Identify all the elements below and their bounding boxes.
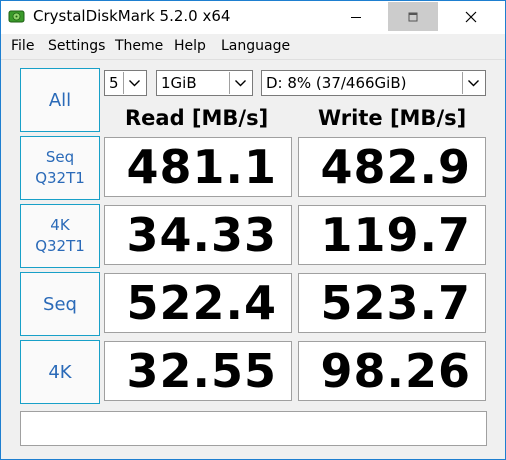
- app-icon: [8, 10, 25, 23]
- chevron-down-icon: [229, 72, 251, 94]
- read-column-header: Read [MB/s]: [125, 106, 269, 130]
- minimize-icon: [351, 16, 361, 18]
- menu-theme[interactable]: Theme: [115, 38, 163, 54]
- seq-write-result: 523.7: [298, 273, 486, 333]
- test-label-line1: Seq: [43, 293, 77, 315]
- comment-field[interactable]: [20, 411, 487, 446]
- title-bar[interactable]: CrystalDiskMark 5.2.0 x64: [1, 1, 505, 34]
- 4k-q32t1-write-result: 119.7: [298, 205, 486, 265]
- chevron-down-icon: [462, 72, 484, 94]
- drive-value: D: 8% (37/466GiB): [266, 74, 407, 92]
- 4k-read-result: 32.55: [104, 341, 292, 401]
- 4k-q32t1-read-result: 34.33: [104, 205, 292, 265]
- 4k-q32t1-button[interactable]: 4K Q32T1: [20, 204, 100, 268]
- write-column-header: Write [MB/s]: [318, 106, 467, 130]
- drive-select[interactable]: D: 8% (37/466GiB): [261, 70, 486, 96]
- seq-q32t1-button[interactable]: Seq Q32T1: [20, 136, 100, 200]
- menu-bar: File Settings Theme Help Language: [1, 34, 505, 60]
- seq-button[interactable]: Seq: [20, 272, 100, 336]
- maximize-button[interactable]: [388, 2, 438, 31]
- test-label-line2: Q32T1: [35, 237, 85, 255]
- test-label-line1: 4K: [48, 361, 72, 383]
- menu-settings[interactable]: Settings: [48, 38, 105, 54]
- test-label-line2: Q32T1: [35, 169, 85, 187]
- main-panel: All 5 1GiB D: 8% (37/466GiB) Read [MB/s]…: [1, 60, 505, 459]
- menu-language[interactable]: Language: [221, 38, 290, 54]
- minimize-button[interactable]: [331, 2, 381, 31]
- test-count-value: 5: [109, 74, 119, 92]
- menu-help[interactable]: Help: [174, 38, 206, 54]
- test-label-line1: Seq: [45, 148, 75, 166]
- window-title: CrystalDiskMark 5.2.0 x64: [33, 7, 231, 25]
- test-count-select[interactable]: 5: [104, 70, 147, 96]
- maximize-icon: [408, 12, 418, 21]
- chevron-down-icon: [123, 72, 145, 94]
- close-icon: [465, 11, 477, 22]
- menu-file[interactable]: File: [11, 38, 34, 54]
- seq-q32t1-write-result: 482.9: [298, 137, 486, 197]
- run-all-button[interactable]: All: [20, 68, 100, 132]
- test-size-select[interactable]: 1GiB: [156, 70, 253, 96]
- seq-read-result: 522.4: [104, 273, 292, 333]
- seq-q32t1-read-result: 481.1: [104, 137, 292, 197]
- 4k-button[interactable]: 4K: [20, 340, 100, 404]
- close-button[interactable]: [446, 2, 496, 31]
- test-size-value: 1GiB: [161, 74, 197, 92]
- run-all-label: All: [48, 89, 72, 111]
- test-label-line1: 4K: [50, 216, 70, 234]
- 4k-write-result: 98.26: [298, 341, 486, 401]
- app-window: CrystalDiskMark 5.2.0 x64 File Settings …: [0, 0, 506, 460]
